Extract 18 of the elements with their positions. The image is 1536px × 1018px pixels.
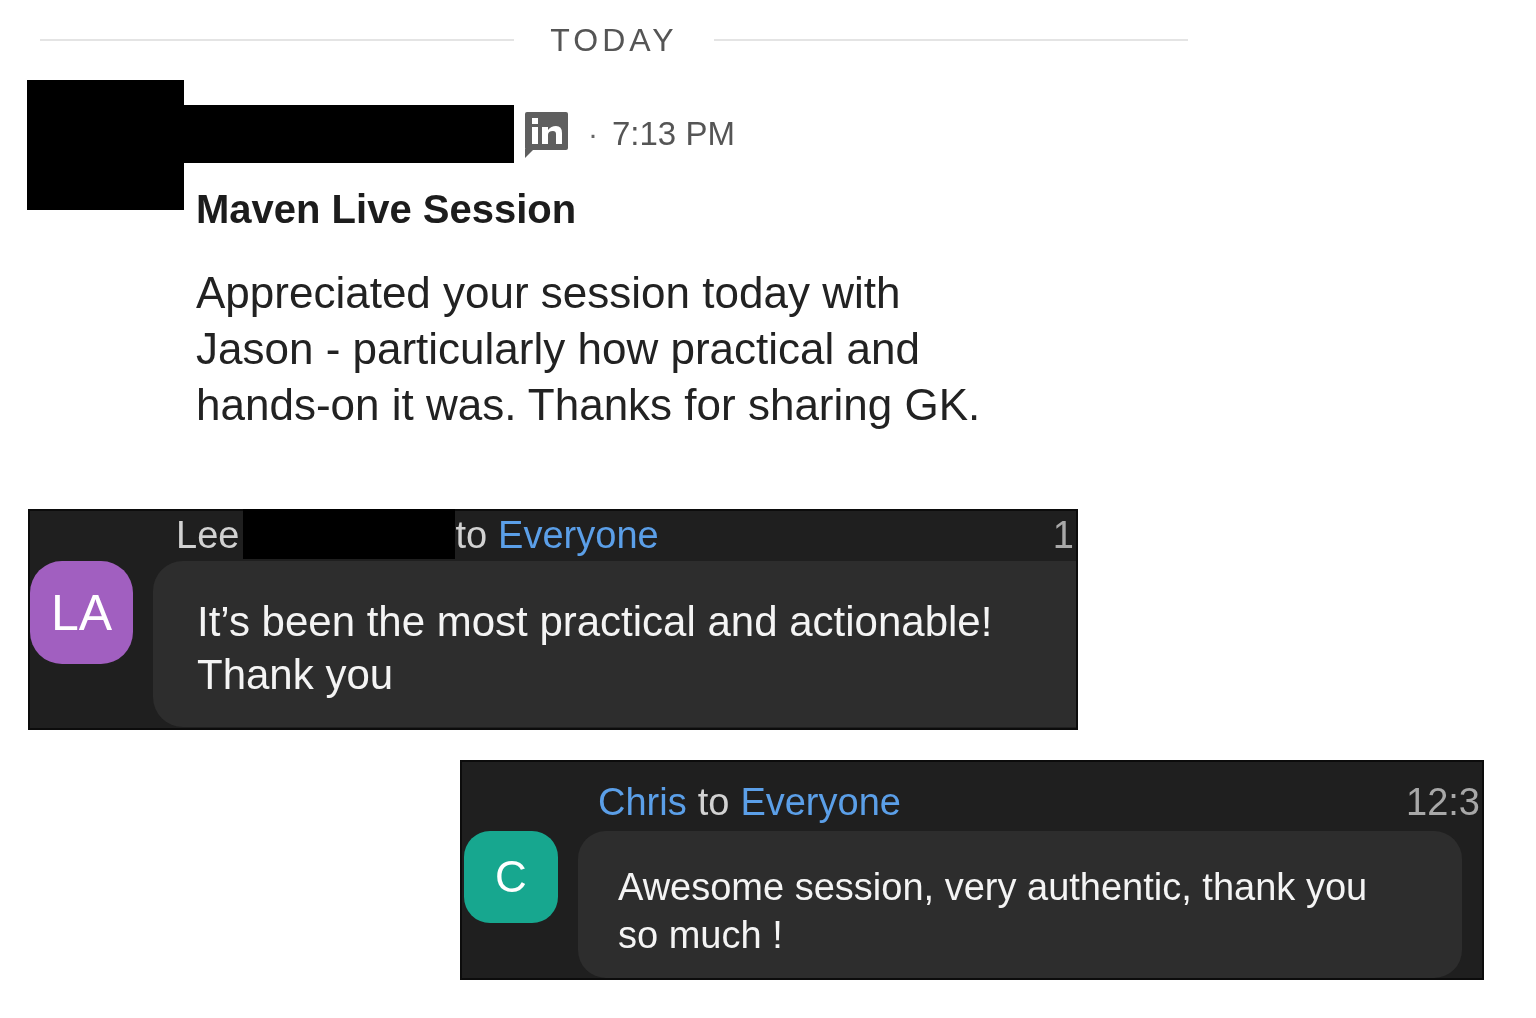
date-divider-label: TODAY	[550, 21, 678, 60]
message-time: 12:3	[1406, 780, 1481, 824]
message-time: 1	[1052, 513, 1075, 557]
avatar: LA	[30, 561, 133, 664]
recipient-name: Everyone	[740, 780, 901, 824]
to-label: to	[697, 780, 730, 824]
message-text: It’s been the most practical and actionable! Thank you	[197, 597, 994, 700]
recipient-name: Everyone	[498, 513, 659, 557]
sender-name: Chris	[598, 780, 687, 824]
message-text: Awesome session, very authentic, thank you so much !	[618, 865, 1369, 958]
post-title: Maven Live Session	[196, 186, 577, 233]
post-time: 7:13 PM	[612, 114, 735, 154]
linkedin-icon	[525, 112, 568, 158]
separator-dot: ·	[588, 116, 598, 152]
sender-name: Lee	[176, 513, 240, 557]
to-label: to	[455, 513, 488, 557]
avatar: C	[464, 831, 558, 923]
post-message: Appreciated your session today with Jason - particularly how practical and hands-on it was. Thanks for sharing GK.	[196, 267, 982, 431]
